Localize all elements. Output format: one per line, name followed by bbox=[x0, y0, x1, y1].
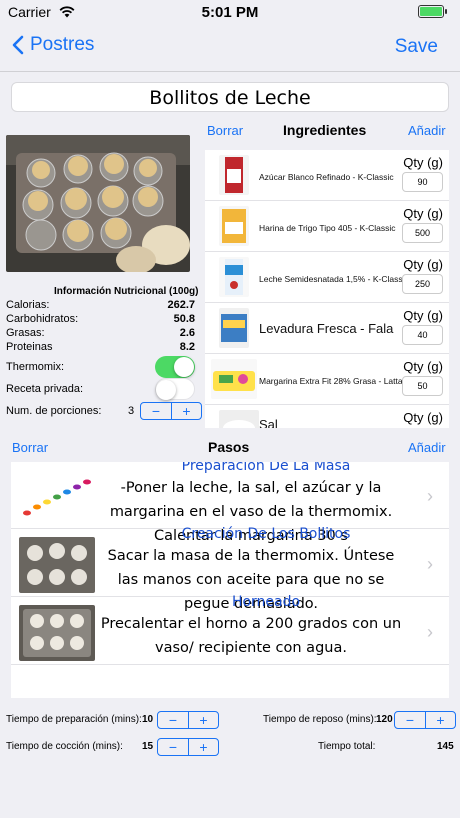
ingredient-row[interactable]: Margarina Extra Fit 28% Grasa - Latta Qt… bbox=[205, 354, 449, 405]
minus-icon[interactable]: − bbox=[141, 403, 171, 419]
ingredient-row[interactable]: Levadura Fresca - Fala Qty (g) 40 bbox=[205, 303, 449, 354]
back-button[interactable]: Postres bbox=[12, 34, 94, 56]
step-row[interactable]: Creación De Los Bollitos Sacar la masa d… bbox=[11, 526, 449, 612]
ingredients-list[interactable]: Azúcar Blanco Refinado - K-Classic Qty (… bbox=[205, 150, 449, 428]
steps-add-button[interactable]: Añadir bbox=[408, 440, 446, 455]
yeast-package-icon bbox=[219, 308, 249, 348]
private-recipe-label: Receta privada: bbox=[6, 383, 84, 395]
steps-title: Pasos bbox=[208, 439, 250, 455]
chevron-right-icon: › bbox=[427, 622, 433, 642]
save-button[interactable]: Save bbox=[395, 36, 438, 58]
minus-icon[interactable]: − bbox=[158, 739, 188, 755]
recipe-photo[interactable] bbox=[6, 135, 190, 272]
ingredient-name: Leche Semidesnatada 1,5% - K-Classic bbox=[259, 274, 404, 284]
minus-icon[interactable]: − bbox=[158, 712, 188, 728]
status-bar: Carrier 5:01 PM bbox=[0, 0, 460, 24]
milk-carton-icon bbox=[219, 257, 249, 297]
margarine-tub-icon bbox=[211, 359, 257, 399]
chevron-left-icon bbox=[12, 35, 24, 55]
plus-icon[interactable]: + bbox=[188, 712, 218, 728]
nutrition-row-fat: Grasas: 2.6 bbox=[6, 327, 195, 339]
plus-icon[interactable]: + bbox=[188, 739, 218, 755]
ingredients-delete-button[interactable]: Borrar bbox=[207, 123, 243, 138]
portions-stepper[interactable]: − + bbox=[140, 402, 202, 420]
prep-time-label: Tiempo de preparación (mins): bbox=[6, 714, 142, 725]
total-time-label: Tiempo total: bbox=[318, 741, 376, 752]
chevron-right-icon: › bbox=[427, 554, 433, 574]
battery-icon bbox=[418, 5, 447, 18]
step-title: Horneado bbox=[231, 594, 301, 610]
rest-time-stepper[interactable]: − + bbox=[394, 711, 456, 729]
ingredients-add-button[interactable]: Añadir bbox=[408, 123, 446, 138]
ingredient-name: Levadura Fresca - Fala bbox=[259, 321, 394, 336]
minus-icon[interactable]: − bbox=[395, 712, 425, 728]
footprints-icon bbox=[19, 469, 95, 525]
qty-label: Qty (g) bbox=[403, 206, 443, 221]
private-recipe-toggle[interactable] bbox=[155, 378, 195, 400]
ingredient-row[interactable]: Sal Qty (g) bbox=[205, 405, 449, 428]
baking-tray-image bbox=[19, 605, 95, 661]
plus-icon[interactable]: + bbox=[171, 403, 201, 419]
rest-time-label: Tiempo de reposo (mins): bbox=[263, 714, 377, 725]
cook-time-stepper[interactable]: − + bbox=[157, 738, 219, 756]
qty-label: Qty (g) bbox=[403, 155, 443, 170]
qty-input[interactable]: 250 bbox=[402, 274, 443, 294]
step-text: Precalentar el horno a 200 grados con un… bbox=[100, 616, 402, 656]
steps-delete-button[interactable]: Borrar bbox=[12, 440, 48, 455]
chevron-right-icon: › bbox=[427, 486, 433, 506]
nutrition-row-carbs: Carbohidratos: 50.8 bbox=[6, 313, 195, 325]
prep-time-stepper[interactable]: − + bbox=[157, 711, 219, 729]
total-time-value: 145 bbox=[437, 741, 454, 752]
nutrition-title: Información Nutricional (100g) bbox=[54, 286, 199, 297]
ingredient-name: Harina de Trigo Tipo 405 - K-Classic bbox=[259, 223, 396, 233]
sugar-package-icon bbox=[219, 155, 249, 195]
thermomix-label: Thermomix: bbox=[6, 361, 65, 373]
ingredient-row[interactable]: Harina de Trigo Tipo 405 - K-Classic Qty… bbox=[205, 201, 449, 252]
portions-value: 3 bbox=[128, 405, 135, 417]
qty-label: Qty (g) bbox=[403, 359, 443, 374]
ingredient-row[interactable]: Azúcar Blanco Refinado - K-Classic Qty (… bbox=[205, 150, 449, 201]
qty-label: Qty (g) bbox=[403, 410, 443, 425]
back-label: Postres bbox=[30, 34, 95, 55]
step-title: Preparación De La Masa bbox=[181, 462, 351, 474]
qty-input[interactable]: 50 bbox=[402, 376, 443, 396]
ingredient-name: Margarina Extra Fit 28% Grasa - Latta bbox=[259, 376, 403, 386]
step-row[interactable]: Horneado Precalentar el horno a 200 grad… bbox=[11, 594, 449, 665]
cook-time-value: 15 bbox=[142, 741, 154, 752]
navigation-bar: Postres Save bbox=[0, 24, 460, 72]
thermomix-toggle[interactable] bbox=[155, 356, 195, 378]
salt-icon bbox=[219, 410, 259, 428]
qty-input[interactable]: 500 bbox=[402, 223, 443, 243]
nutrition-row-protein: Proteinas 8.2 bbox=[6, 341, 195, 353]
bread-rolls-image bbox=[6, 135, 190, 272]
dough-balls-image bbox=[19, 537, 95, 593]
qty-input[interactable]: 40 bbox=[402, 325, 443, 345]
ingredients-title: Ingredientes bbox=[283, 122, 367, 138]
ingredient-name: Azúcar Blanco Refinado - K-Classic bbox=[259, 172, 394, 182]
plus-icon[interactable]: + bbox=[425, 712, 455, 728]
ingredient-name: Sal bbox=[259, 417, 278, 428]
qty-label: Qty (g) bbox=[403, 257, 443, 272]
recipe-title-field[interactable]: Bollitos de Leche bbox=[11, 82, 449, 112]
cook-time-label: Tiempo de cocción (mins): bbox=[6, 741, 123, 752]
flour-package-icon bbox=[219, 206, 249, 246]
steps-list[interactable]: Preparación De La Masa -Poner la leche, … bbox=[11, 462, 449, 698]
step-title: Creación De Los Bollitos bbox=[181, 526, 351, 542]
prep-time-value: 10 bbox=[142, 714, 154, 725]
ingredient-row[interactable]: Leche Semidesnatada 1,5% - K-Classic Qty… bbox=[205, 252, 449, 303]
portions-label: Num. de porciones: bbox=[6, 405, 102, 417]
clock: 5:01 PM bbox=[201, 4, 259, 21]
rest-time-value: 120 bbox=[376, 714, 393, 725]
qty-input[interactable]: 90 bbox=[402, 172, 443, 192]
nutrition-row-calories: Calorias: 262.7 bbox=[6, 299, 195, 311]
qty-label: Qty (g) bbox=[403, 308, 443, 323]
step-row[interactable]: Preparación De La Masa -Poner la leche, … bbox=[11, 462, 449, 544]
